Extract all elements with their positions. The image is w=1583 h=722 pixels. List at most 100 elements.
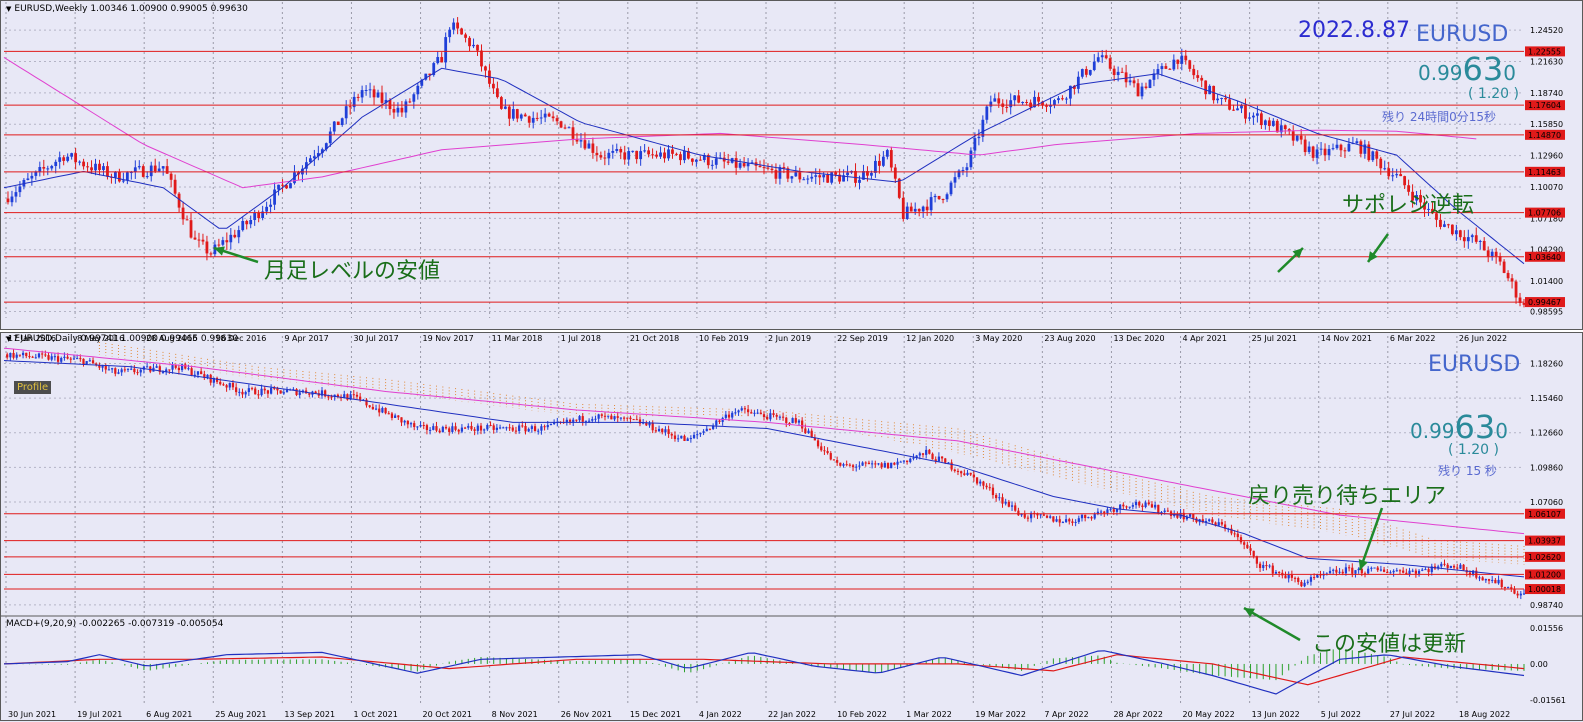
candle [1037, 96, 1040, 102]
candle [241, 220, 245, 231]
candle [1233, 533, 1236, 535]
candle [1061, 98, 1064, 100]
candle [101, 365, 104, 368]
candle [1503, 587, 1507, 589]
candle [1265, 564, 1268, 567]
candle [1163, 510, 1166, 513]
candle [740, 408, 743, 411]
candle [945, 194, 949, 200]
x-tick-label: 28 Apr 2022 [1113, 710, 1162, 719]
macd-y-tick-label: 0.01556 [1530, 624, 1563, 633]
candle [1065, 98, 1068, 100]
candle [372, 89, 376, 98]
x-tick-label: 26 Jun 2022 [1459, 334, 1507, 343]
candle [985, 106, 989, 120]
candle [1275, 120, 1279, 133]
candle [285, 389, 289, 393]
candle [995, 495, 998, 499]
candle [675, 153, 678, 155]
candle [677, 438, 680, 440]
candle [616, 416, 619, 418]
candle [1224, 97, 1227, 100]
candle [877, 463, 880, 465]
candle [1303, 582, 1306, 587]
candle [161, 371, 165, 373]
candle [839, 462, 842, 466]
candle [217, 244, 221, 246]
y-tick-label: 1.15460 [1530, 394, 1563, 403]
candle [123, 369, 126, 371]
candle [583, 140, 587, 149]
candle [737, 410, 740, 413]
candle [1494, 251, 1498, 257]
candle [165, 166, 169, 174]
candle [912, 457, 915, 459]
candle [874, 463, 877, 465]
candle [359, 396, 362, 400]
x-tick-label: 22 Sep 2019 [837, 334, 888, 343]
candle [1211, 519, 1214, 523]
candle [1338, 571, 1341, 573]
candle [136, 372, 139, 374]
candle [531, 117, 535, 123]
candle [1004, 501, 1007, 504]
candle [1049, 516, 1052, 518]
candle [953, 177, 957, 183]
candle [1335, 144, 1339, 149]
candle [639, 151, 643, 160]
candle [463, 427, 467, 429]
x-tick-label: 12 Jan 2020 [906, 334, 954, 343]
y-tick-label: 1.01400 [1530, 277, 1563, 286]
candle [1383, 168, 1387, 170]
candle [114, 368, 117, 374]
x-tick-label: 9 Apr 2017 [284, 334, 328, 343]
candle [578, 416, 581, 421]
candle [197, 239, 201, 241]
candle [975, 477, 979, 484]
candle [279, 390, 282, 394]
candle [563, 127, 567, 129]
y-tick-label: 1.12660 [1530, 429, 1563, 438]
candle [603, 415, 607, 417]
weekly-chart-header: ▼ EURUSD,Weekly 1.00346 1.00900 0.99005 0… [6, 4, 248, 14]
candle [629, 417, 632, 420]
candle [390, 413, 394, 418]
candle [1134, 501, 1138, 506]
candle [698, 159, 702, 161]
candle [521, 425, 524, 427]
candle [269, 204, 272, 207]
candle [78, 161, 81, 163]
candle [1459, 564, 1462, 569]
candle [1408, 570, 1411, 575]
arrow-left-flip [1277, 247, 1304, 273]
candle [1010, 505, 1014, 507]
candle [50, 166, 54, 169]
candle [1516, 593, 1519, 596]
candle [798, 172, 802, 180]
candle [1427, 569, 1430, 573]
candle [801, 420, 804, 429]
candle [6, 354, 9, 358]
candle [1188, 60, 1192, 69]
candle [1164, 66, 1168, 69]
candle [368, 89, 372, 91]
candle [496, 88, 499, 98]
candle [997, 98, 1001, 104]
candle [1064, 519, 1068, 523]
candle [201, 239, 205, 242]
candle [690, 158, 694, 162]
candle [6, 198, 10, 203]
candle [263, 388, 266, 391]
candle [25, 352, 28, 357]
candle [587, 420, 591, 422]
candle [928, 449, 931, 454]
candle [435, 426, 438, 431]
macd-y-tick-label: 0.00 [1530, 660, 1548, 669]
candle [247, 388, 250, 393]
candle [818, 175, 822, 178]
candle [173, 179, 177, 194]
profile-badge[interactable]: Profile [14, 381, 52, 394]
candle [250, 388, 254, 390]
candle [10, 196, 14, 203]
candle [1399, 174, 1403, 177]
